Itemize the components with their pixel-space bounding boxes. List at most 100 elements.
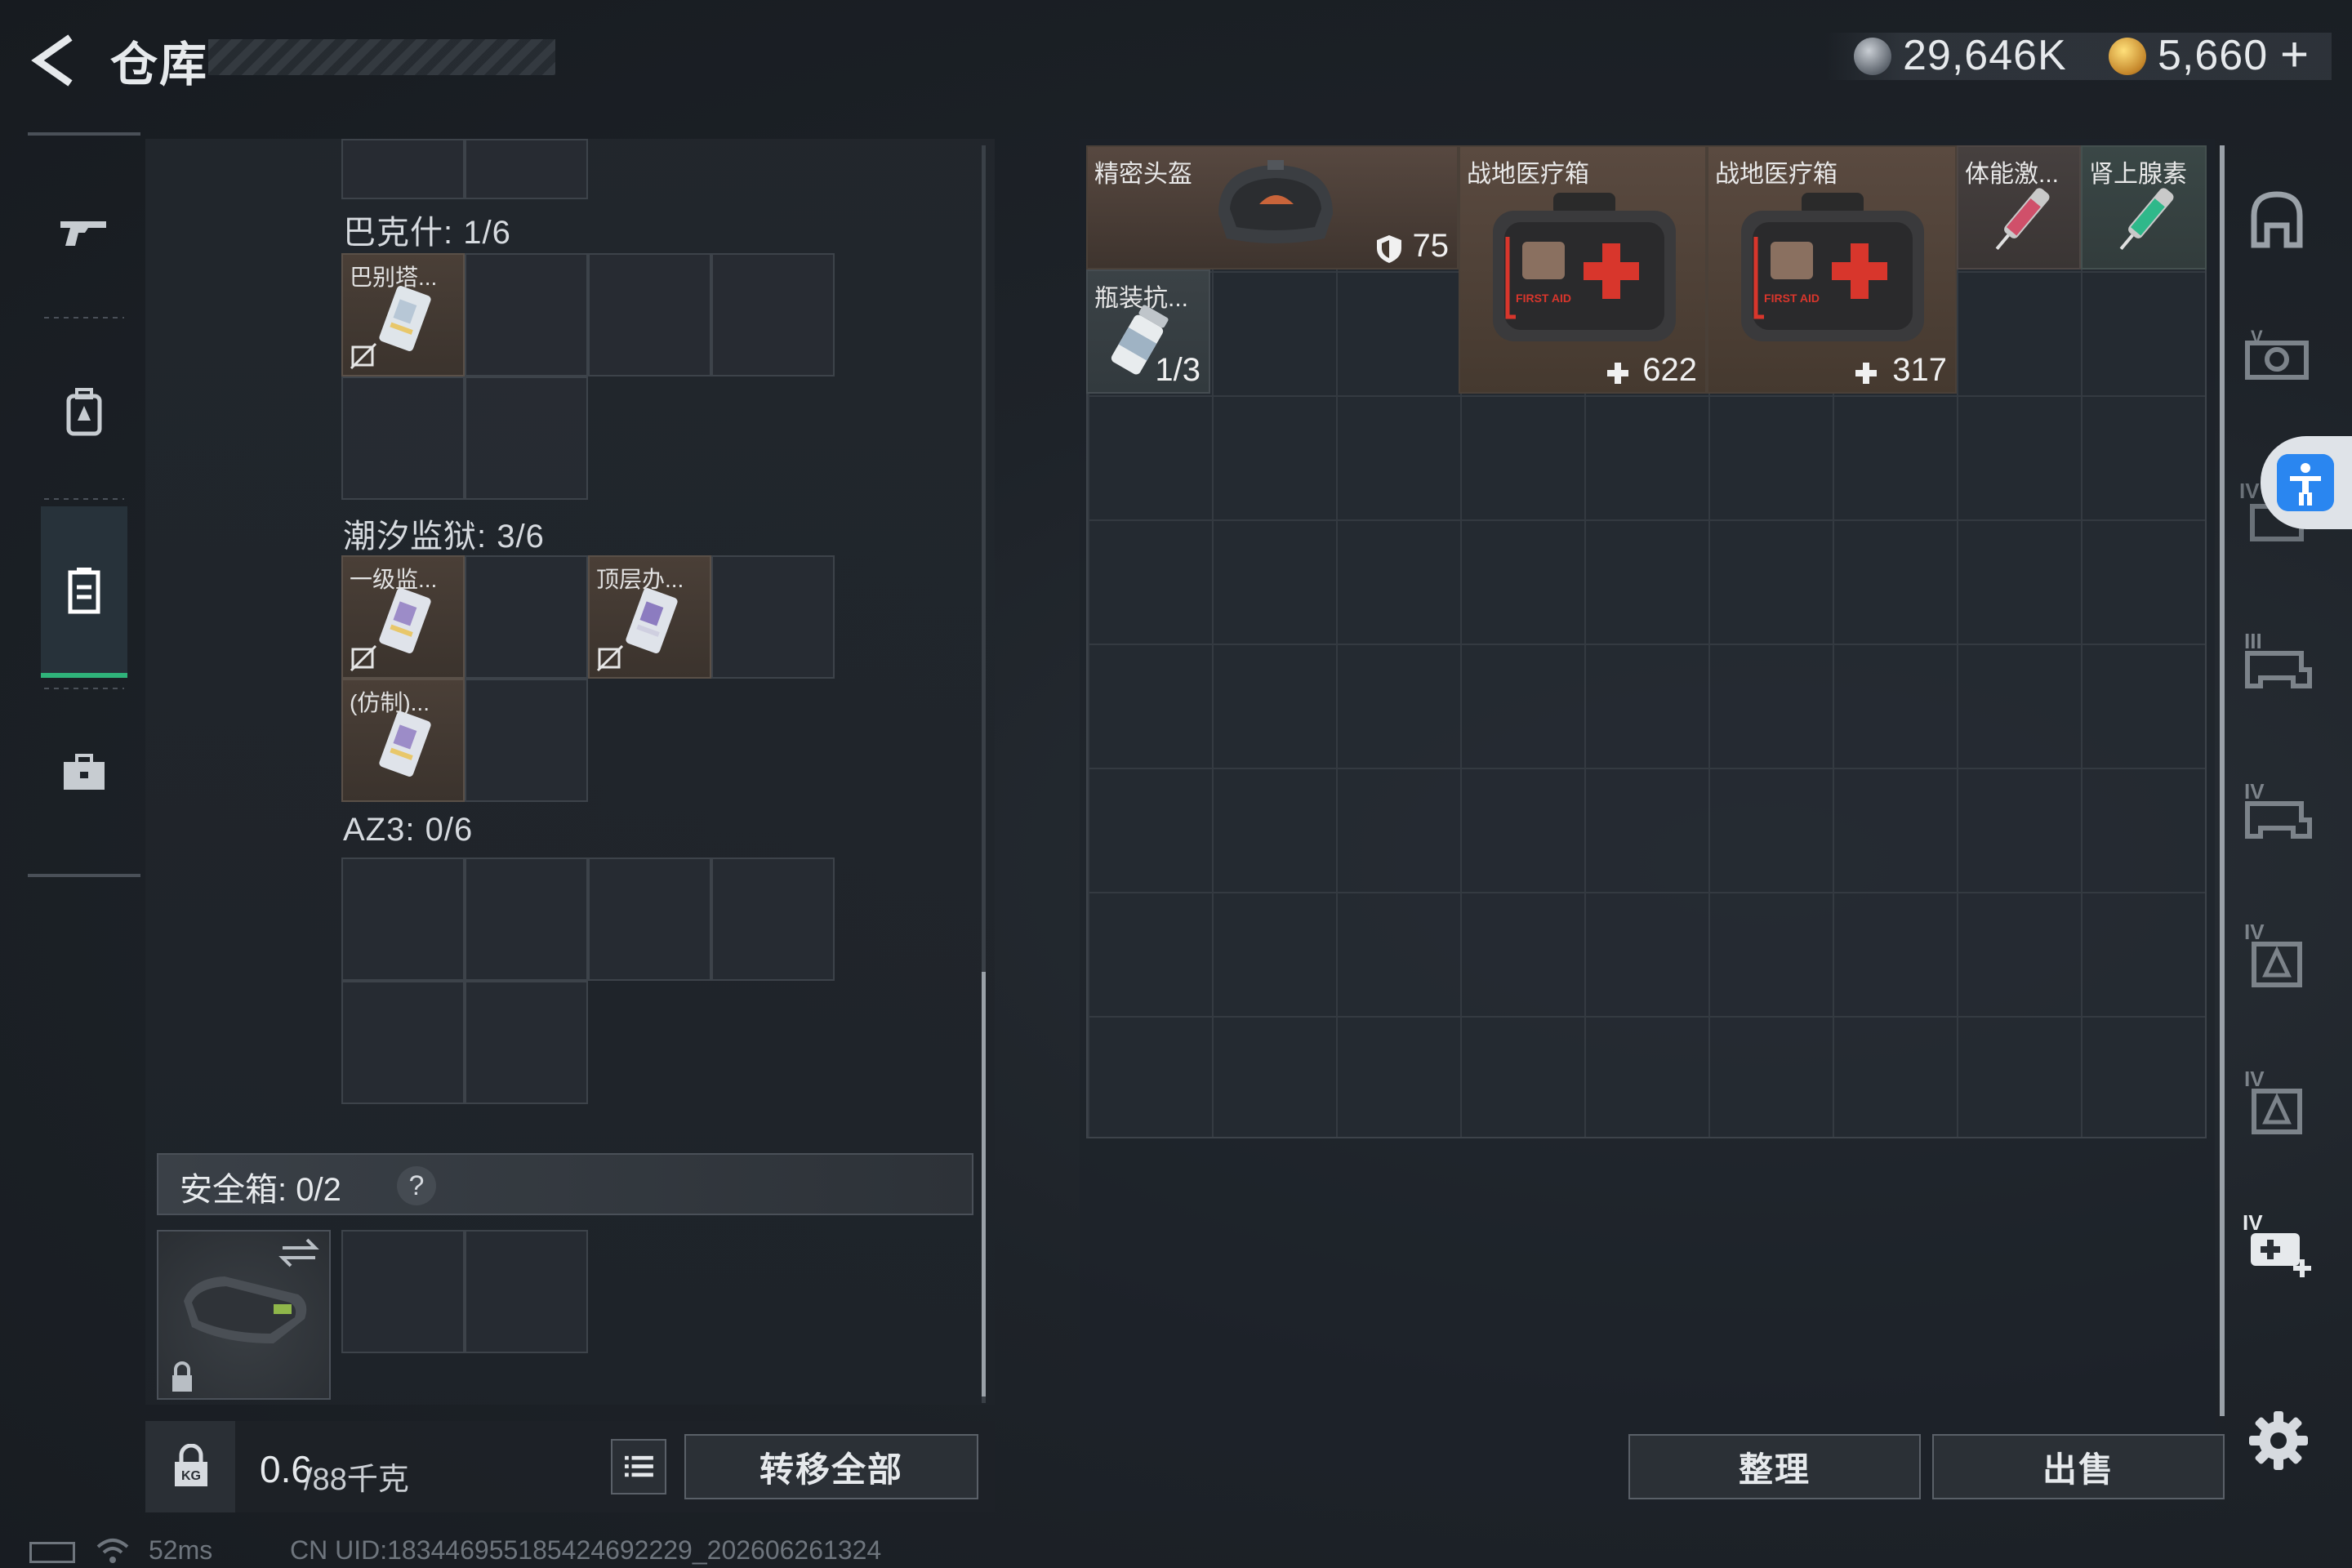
safe-case-icon (184, 1276, 307, 1343)
svg-text:IV: IV (2239, 479, 2260, 503)
item-name: 一级监... (350, 567, 438, 592)
armor-filter-icon[interactable]: V (2236, 318, 2318, 400)
gun-icon (60, 221, 106, 246)
no-transfer-icon (596, 644, 624, 672)
safe-box-slot[interactable] (341, 1230, 465, 1353)
container-slot[interactable] (341, 981, 465, 1104)
accessibility-icon[interactable] (2277, 454, 2334, 511)
svg-text:III: III (2244, 629, 2262, 653)
container-slot[interactable] (465, 858, 588, 981)
svg-text:IV: IV (2244, 1067, 2265, 1091)
stash-item-pill-bottle[interactable]: 瓶装抗... 1/3 (1086, 270, 1210, 394)
gold-coin-icon (2109, 38, 2146, 75)
page-title: 仓库 (110, 38, 209, 91)
user-uid: CN UID:18344695518542469222​9_2026062613… (290, 1535, 882, 1565)
nav-item-gear[interactable] (28, 330, 140, 493)
battery-icon (29, 1542, 75, 1563)
uses-value: 1/3 (1155, 352, 1200, 388)
container-item[interactable]: 顶层办... (588, 555, 711, 679)
title-decoration (208, 39, 555, 75)
container-slot[interactable] (465, 139, 588, 199)
nav-item-weapons[interactable] (28, 150, 140, 314)
sell-button[interactable]: 出售 (1932, 1434, 2225, 1499)
container-slot[interactable] (341, 376, 465, 500)
svg-text:IV: IV (2244, 779, 2265, 804)
silver-coin-icon (1854, 38, 1891, 75)
safe-box-help-button[interactable]: ? (397, 1166, 436, 1205)
syringe-icon (1995, 188, 2050, 251)
item-name: (仿制)... (350, 690, 430, 715)
container-slot[interactable] (711, 555, 835, 679)
silver-currency-value: 29,646K (1903, 32, 2067, 79)
container-icon (68, 568, 100, 614)
weight-icon: KG (175, 1444, 207, 1486)
item-name: 战地医疗箱 (1467, 161, 1589, 188)
sort-button[interactable]: 整理 (1628, 1434, 1921, 1499)
container-slot[interactable] (341, 858, 465, 981)
container-label-tidal-prison: 潮汐监狱: 3/6 (343, 519, 545, 555)
svg-text:IV: IV (2244, 920, 2265, 944)
plus-icon (1855, 363, 1877, 384)
nav-item-containers[interactable] (28, 508, 140, 671)
no-transfer-icon (350, 342, 377, 370)
item-name: 战地医疗箱 (1715, 161, 1838, 188)
swap-icon[interactable] (278, 1235, 320, 1271)
svg-text:KG: KG (181, 1469, 201, 1483)
container-item[interactable]: (仿制)... (341, 679, 465, 802)
ping-value: 52ms (149, 1535, 213, 1565)
container-slot[interactable] (465, 253, 588, 376)
container-slot[interactable] (588, 253, 711, 376)
container-item[interactable]: 巴别塔... (341, 253, 465, 376)
stash-item-medkit[interactable]: 战地医疗箱 FIRST AID 317 (1707, 145, 1957, 394)
first-aid-kit-icon: FIRST AID (1493, 193, 1676, 341)
transfer-all-button[interactable]: 转移全部 (684, 1434, 978, 1499)
tier4-rig-filter-icon[interactable]: IV (2236, 1062, 2318, 1143)
item-name: 巴别塔... (350, 265, 438, 290)
svg-text:FIRST AID: FIRST AID (1764, 292, 1820, 305)
container-slot[interactable] (588, 858, 711, 981)
nav-divider (44, 498, 124, 500)
backpack-icon (66, 388, 102, 436)
container-slot[interactable] (465, 679, 588, 802)
syringe-icon (2119, 188, 2174, 251)
helmet-icon (1218, 160, 1333, 243)
container-slot[interactable] (341, 139, 465, 199)
stash-item-stimulant[interactable]: 体能激... (1957, 145, 2081, 270)
plus-icon (1607, 363, 1628, 384)
stash-item-adrenaline[interactable]: 肾上腺素 (2081, 145, 2207, 270)
settings-gear-icon[interactable] (2247, 1410, 2310, 1472)
durability-value: 317 (1892, 352, 1947, 388)
container-slot[interactable] (711, 858, 835, 981)
item-name: 顶层办... (596, 567, 684, 592)
tier4-bag-filter-icon[interactable]: IV (2236, 915, 2318, 996)
safe-box-slot[interactable] (465, 1230, 588, 1353)
helmet-filter-icon[interactable] (2236, 180, 2318, 261)
list-view-button[interactable] (611, 1439, 666, 1494)
container-slot[interactable] (465, 376, 588, 500)
wifi-icon (96, 1539, 129, 1563)
toolbox-icon (64, 754, 105, 790)
svg-text:FIRST AID: FIRST AID (1516, 292, 1571, 305)
no-transfer-icon (350, 644, 377, 672)
container-label-az3: AZ3: 0/6 (343, 812, 474, 848)
nav-divider (44, 317, 124, 318)
tier4-medical-filter-icon[interactable]: IV (2236, 1205, 2318, 1287)
container-scrollbar-thumb[interactable] (982, 972, 986, 1396)
stash-item-medkit[interactable]: 战地医疗箱 FIRST AID 622 (1459, 145, 1707, 394)
container-slot[interactable] (711, 253, 835, 376)
list-icon (625, 1455, 653, 1477)
container-item[interactable]: 一级监... (341, 555, 465, 679)
item-name: 精密头盔 (1094, 161, 1192, 188)
container-slot[interactable] (465, 555, 588, 679)
add-currency-button[interactable]: + (2280, 26, 2309, 82)
tier4-filter-icon[interactable]: IV (2236, 768, 2318, 849)
armor-icon (1377, 235, 1401, 263)
tier3-filter-icon[interactable]: III (2236, 621, 2318, 702)
weight-max: /88千克 (304, 1463, 409, 1497)
back-arrow-icon[interactable] (24, 31, 83, 90)
container-slot[interactable] (465, 981, 588, 1104)
durability-value: 622 (1642, 352, 1697, 388)
stash-scrollbar[interactable] (2220, 145, 2225, 1416)
nav-item-toolbox[interactable] (28, 691, 140, 854)
stash-item-helmet[interactable]: 精密头盔 75 (1086, 145, 1459, 270)
